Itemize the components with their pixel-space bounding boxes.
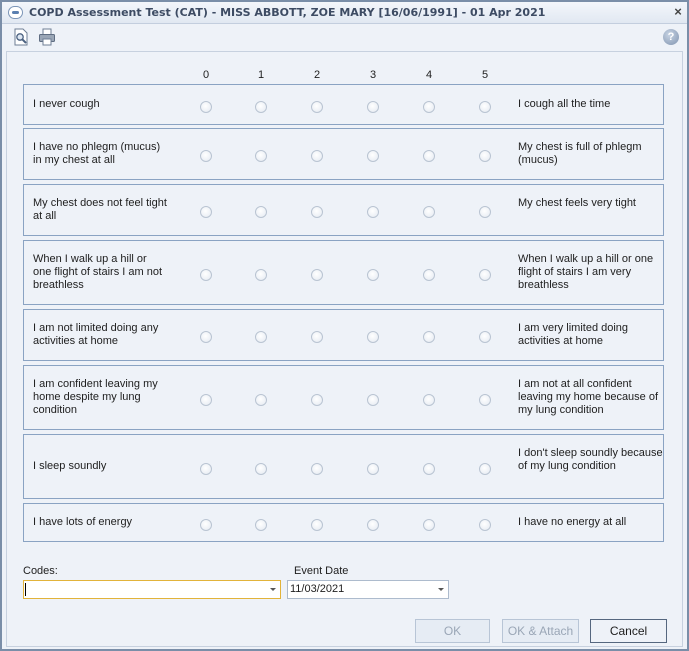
score-radio-1[interactable] [255,394,267,406]
question-right-statement: My chest is full of phlegm (mucus) [518,141,642,166]
score-radio-4[interactable] [423,101,435,113]
question-row: I am not limited doing any activities at… [23,309,664,361]
toolbar: ? [2,25,687,49]
score-radio-2[interactable] [311,394,323,406]
scale-header-5: 5 [481,69,489,81]
cat-dialog-window: COPD Assessment Test (CAT) - MISS ABBOTT… [0,0,689,651]
score-radio-3[interactable] [367,150,379,162]
question-right-statement: I am not at all confident leaving my hom… [518,378,659,416]
score-radio-5[interactable] [479,519,491,531]
score-radio-1[interactable] [255,269,267,281]
score-radio-0[interactable] [200,394,212,406]
score-radio-4[interactable] [423,331,435,343]
question-right-statement: I am very limited doing activities at ho… [518,322,629,347]
question-row: I sleep soundly I don't sleep soundly bec… [23,434,664,499]
score-radio-2[interactable] [311,331,323,343]
score-radio-1[interactable] [255,150,267,162]
score-radio-2[interactable] [311,206,323,218]
score-radio-5[interactable] [479,150,491,162]
score-radio-3[interactable] [367,101,379,113]
title-bar: COPD Assessment Test (CAT) - MISS ABBOTT… [2,2,687,24]
question-left-statement: I am confident leaving my home despite m… [33,378,158,416]
score-radio-0[interactable] [200,206,212,218]
score-radio-5[interactable] [479,101,491,113]
score-radio-0[interactable] [200,463,212,475]
codes-label: Codes: [23,565,58,577]
score-radio-3[interactable] [367,463,379,475]
score-radio-1[interactable] [255,463,267,475]
score-radio-3[interactable] [367,394,379,406]
question-left-statement: I am not limited doing any activities at… [33,322,159,347]
question-right-statement: When I walk up a hill or one flight of s… [518,253,654,291]
ok-attach-button[interactable]: OK & Attach [502,619,579,643]
score-radio-3[interactable] [367,269,379,281]
question-left-statement: I have no phlegm (mucus) in my chest at … [33,141,161,166]
score-radio-3[interactable] [367,331,379,343]
close-icon[interactable]: × [670,4,686,21]
score-radio-1[interactable] [255,519,267,531]
question-right-statement: My chest feels very tight [518,197,636,209]
question-left-statement: I have lots of energy [33,516,133,528]
question-row: When I walk up a hill or one flight of s… [23,240,664,305]
question-left-statement: When I walk up a hill or one flight of s… [33,253,163,291]
question-left-statement: My chest does not feel tight at all [33,197,167,222]
event-date-picker[interactable]: 11/03/2021 [287,580,449,599]
score-radio-4[interactable] [423,519,435,531]
question-left-statement: I never cough [33,98,100,110]
score-radio-2[interactable] [311,269,323,281]
print-icon[interactable] [38,28,56,46]
app-icon [8,6,23,19]
score-radio-0[interactable] [200,101,212,113]
question-row: I have no phlegm (mucus) in my chest at … [23,128,664,180]
event-date-value: 11/03/2021 [290,583,345,595]
score-radio-4[interactable] [423,269,435,281]
score-radio-2[interactable] [311,519,323,531]
question-right-statement: I have no energy at all [518,516,627,528]
scale-header-1: 1 [257,69,265,81]
score-radio-1[interactable] [255,101,267,113]
score-radio-3[interactable] [367,519,379,531]
question-row: I have lots of energy I have no energy at… [23,503,664,542]
codes-combobox[interactable] [23,580,281,599]
scale-header-0: 0 [202,69,210,81]
score-radio-0[interactable] [200,519,212,531]
score-radio-0[interactable] [200,331,212,343]
score-radio-2[interactable] [311,463,323,475]
question-left-statement: I sleep soundly [33,460,107,472]
text-caret [25,583,26,596]
question-row: I never cough I cough all the time [23,84,664,125]
question-row: My chest does not feel tight at all My ch… [23,184,664,236]
cancel-button[interactable]: Cancel [590,619,667,643]
score-radio-0[interactable] [200,269,212,281]
score-radio-5[interactable] [479,463,491,475]
scale-header-3: 3 [369,69,377,81]
question-right-statement: I cough all the time [518,98,611,110]
chevron-down-icon[interactable] [270,588,276,591]
score-radio-5[interactable] [479,331,491,343]
print-preview-icon[interactable] [12,28,30,46]
score-radio-4[interactable] [423,206,435,218]
event-date-label: Event Date [294,565,349,577]
score-radio-2[interactable] [311,101,323,113]
score-radio-3[interactable] [367,206,379,218]
score-radio-4[interactable] [423,463,435,475]
score-radio-0[interactable] [200,150,212,162]
score-radio-1[interactable] [255,331,267,343]
score-radio-2[interactable] [311,150,323,162]
question-right-statement: I don't sleep soundly because of my lung… [518,447,663,472]
score-radio-5[interactable] [479,206,491,218]
window-title: COPD Assessment Test (CAT) - MISS ABBOTT… [29,6,546,19]
scale-header-4: 4 [425,69,433,81]
help-icon[interactable]: ? [663,29,679,45]
score-radio-5[interactable] [479,269,491,281]
score-radio-1[interactable] [255,206,267,218]
scale-header-2: 2 [313,69,321,81]
ok-button[interactable]: OK [415,619,490,643]
question-row: I am confident leaving my home despite m… [23,365,664,430]
score-radio-5[interactable] [479,394,491,406]
score-radio-4[interactable] [423,394,435,406]
chevron-down-icon[interactable] [438,588,444,591]
score-radio-4[interactable] [423,150,435,162]
